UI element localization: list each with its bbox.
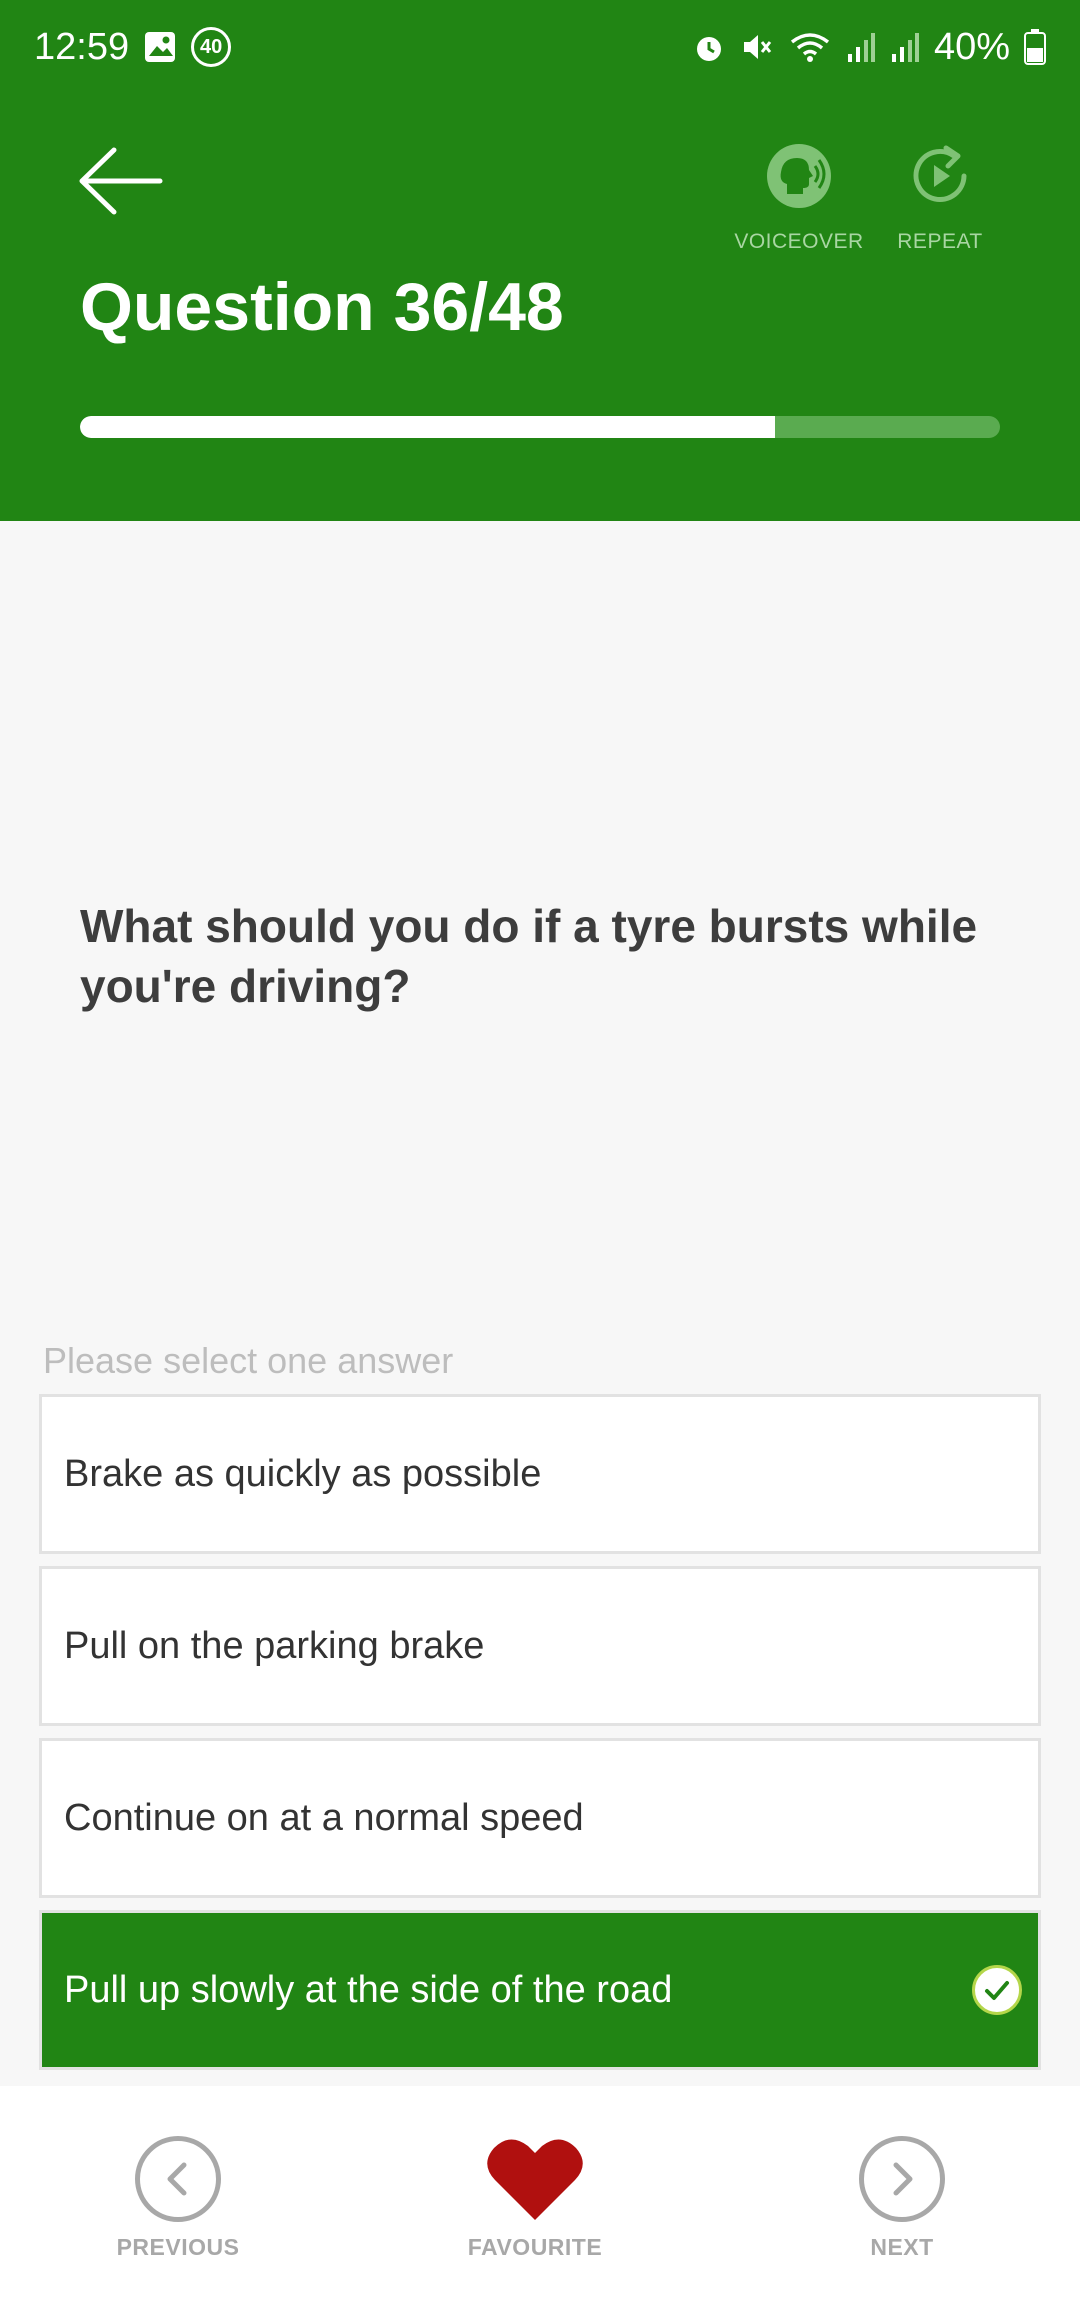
answer-option[interactable]: Pull on the parking brake — [39, 1566, 1041, 1726]
repeat-button[interactable]: REPEAT — [880, 142, 1000, 254]
battery-icon — [1024, 29, 1046, 65]
clock: 12:59 — [34, 25, 130, 68]
check-icon — [972, 1965, 1022, 2015]
favourite-label: FAVOURITE — [467, 2234, 603, 2260]
header: 12:59 40 40% VOICEOVER REPEAT Question 3… — [0, 0, 1080, 521]
answer-label: Pull up slowly at the side of the road — [64, 1968, 673, 2011]
voiceover-button[interactable]: VOICEOVER — [734, 142, 864, 254]
alarm-icon — [692, 30, 726, 64]
wifi-icon — [788, 30, 832, 64]
signal-icon-2 — [890, 30, 920, 64]
answer-list: Brake as quickly as possible Pull on the… — [39, 1394, 1041, 2082]
back-button[interactable] — [78, 142, 164, 220]
mute-icon — [740, 30, 774, 64]
question-text: What should you do if a tyre bursts whil… — [80, 900, 978, 1012]
answer-label: Pull on the parking brake — [64, 1624, 485, 1667]
progress-fill — [80, 416, 775, 438]
badge-count: 40 — [199, 35, 223, 58]
signal-icon — [846, 30, 876, 64]
answer-option-selected[interactable]: Pull up slowly at the side of the road — [39, 1910, 1041, 2070]
favourite-button[interactable]: FAVOURITE — [455, 2136, 615, 2261]
chevron-right-icon — [859, 2136, 945, 2222]
voiceover-icon — [765, 142, 833, 210]
heart-icon — [455, 2136, 615, 2222]
previous-button[interactable]: PREVIOUS — [108, 2136, 248, 2261]
chevron-left-icon — [135, 2136, 221, 2222]
arrow-left-icon — [79, 147, 163, 215]
answer-prompt: Please select one answer — [43, 1340, 454, 1381]
progress-bar — [80, 416, 1000, 438]
repeat-icon — [906, 142, 974, 210]
answer-option[interactable]: Continue on at a normal speed — [39, 1738, 1041, 1898]
battery-percent: 40% — [933, 25, 1010, 68]
previous-label: PREVIOUS — [116, 2234, 240, 2260]
next-label: NEXT — [870, 2234, 934, 2260]
answer-option[interactable]: Brake as quickly as possible — [39, 1394, 1041, 1554]
bottom-nav: PREVIOUS FAVOURITE NEXT — [0, 2086, 1080, 2316]
next-button[interactable]: NEXT — [832, 2136, 972, 2261]
repeat-label: REPEAT — [897, 230, 983, 253]
page-title: Question 36/48 — [80, 269, 564, 345]
answer-label: Continue on at a normal speed — [64, 1796, 584, 1839]
badge-icon: 40 — [191, 27, 232, 67]
voiceover-label: VOICEOVER — [734, 230, 864, 253]
gallery-icon — [143, 30, 177, 64]
status-bar: 12:59 40 40% — [0, 0, 1080, 94]
answer-label: Brake as quickly as possible — [64, 1452, 542, 1495]
